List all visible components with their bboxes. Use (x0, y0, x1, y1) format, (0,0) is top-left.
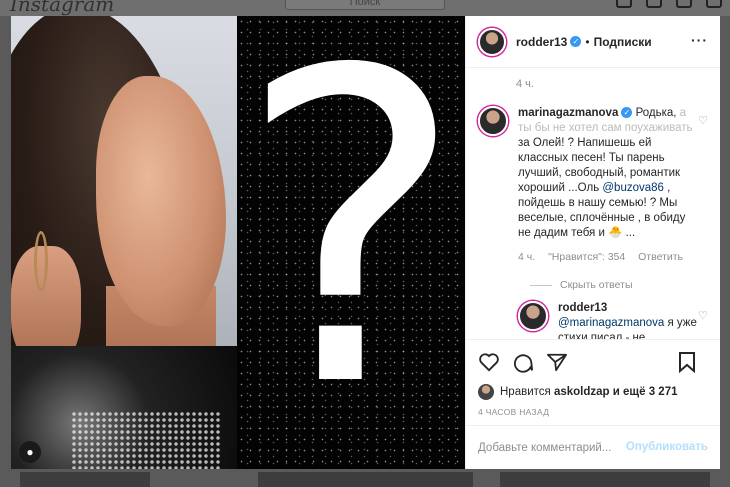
comment-likes[interactable]: "Нравится": 354 (548, 251, 625, 263)
comment-time: 4 ч. (518, 251, 536, 263)
comment-input[interactable]: Добавьте комментарий... (478, 442, 611, 454)
add-comment-bar: Добавьте комментарий... Опубликовать (466, 425, 720, 469)
post-timestamp: 4 ЧАСОВ НАЗАД (478, 407, 550, 417)
likes-summary[interactable]: Нравится askoldzap и ещё 3 271 (466, 383, 720, 401)
home-icon[interactable] (616, 0, 632, 8)
share-paper-plane-icon[interactable] (546, 352, 568, 372)
mention-link[interactable]: @buzova86 (602, 182, 664, 194)
author-avatar[interactable] (478, 27, 506, 56)
question-mark-glyph: ? (237, 16, 465, 469)
instagram-logo[interactable]: Instagram (10, 0, 114, 16)
search-input[interactable]: Поиск (285, 0, 445, 10)
like-heart-icon[interactable] (478, 352, 500, 372)
reply-username[interactable]: rodder13 (558, 302, 607, 314)
liker-avatar[interactable] (478, 384, 494, 400)
post-modal: ● ? rodder13 ✓ • Подписки ··· 4 ч. marin… (11, 16, 720, 469)
grid-thumbnail[interactable] (258, 472, 473, 487)
direct-icon[interactable] (646, 0, 662, 8)
comment-meta: 4 ч. "Нравится": 354 Ответить (518, 250, 698, 265)
more-options-icon[interactable]: ··· (691, 32, 708, 48)
reply-like-heart-icon[interactable]: ♡ (698, 309, 708, 322)
top-nav-bar: Instagram Поиск (0, 0, 730, 16)
comment: marinagazmanova ✓ Родька, а ты бы не хоте… (478, 106, 708, 265)
reply-comment: rodder13 @marinagazmanova я уже стихи пи… (518, 301, 708, 339)
author-username[interactable]: rodder13 (516, 35, 567, 49)
top-nav-icons (616, 0, 722, 8)
woman-portrait-image: ● (11, 16, 237, 469)
comment-bubble-icon[interactable] (512, 351, 534, 373)
grid-thumbnail[interactable] (20, 472, 150, 487)
grid-thumbnail[interactable] (500, 472, 710, 487)
verified-badge-icon: ✓ (570, 36, 582, 47)
commenter-avatar[interactable] (478, 106, 508, 136)
post-image[interactable]: ● ? (11, 16, 465, 469)
post-sidebar: rodder13 ✓ • Подписки ··· 4 ч. marinagaz… (465, 16, 720, 469)
explore-icon[interactable] (676, 0, 692, 8)
save-bookmark-icon[interactable] (678, 351, 696, 373)
reply-button[interactable]: Ответить (638, 251, 683, 263)
comments-list[interactable]: 4 ч. marinagazmanova ✓ Родька, а ты бы не… (466, 68, 720, 339)
comment-like-heart-icon[interactable]: ♡ (698, 114, 708, 127)
reply-avatar[interactable] (518, 301, 548, 331)
tagged-user-icon[interactable]: ● (19, 441, 41, 463)
follow-status[interactable]: Подписки (594, 35, 652, 49)
post-header: rodder13 ✓ • Подписки ··· (466, 16, 720, 68)
liker-username[interactable]: askoldzap (554, 386, 610, 398)
verified-badge-icon: ✓ (621, 107, 633, 118)
hide-replies-button[interactable]: Скрыть ответы (530, 279, 708, 291)
publish-button[interactable]: Опубликовать (626, 441, 708, 453)
question-mark-image: ? (237, 16, 465, 469)
commenter-username[interactable]: marinagazmanova (518, 107, 618, 119)
activity-heart-icon[interactable] (706, 0, 722, 8)
caption-time: 4 ч. (516, 78, 534, 90)
post-actions (466, 339, 720, 383)
mention-link[interactable]: @marinagazmanova (558, 317, 664, 329)
